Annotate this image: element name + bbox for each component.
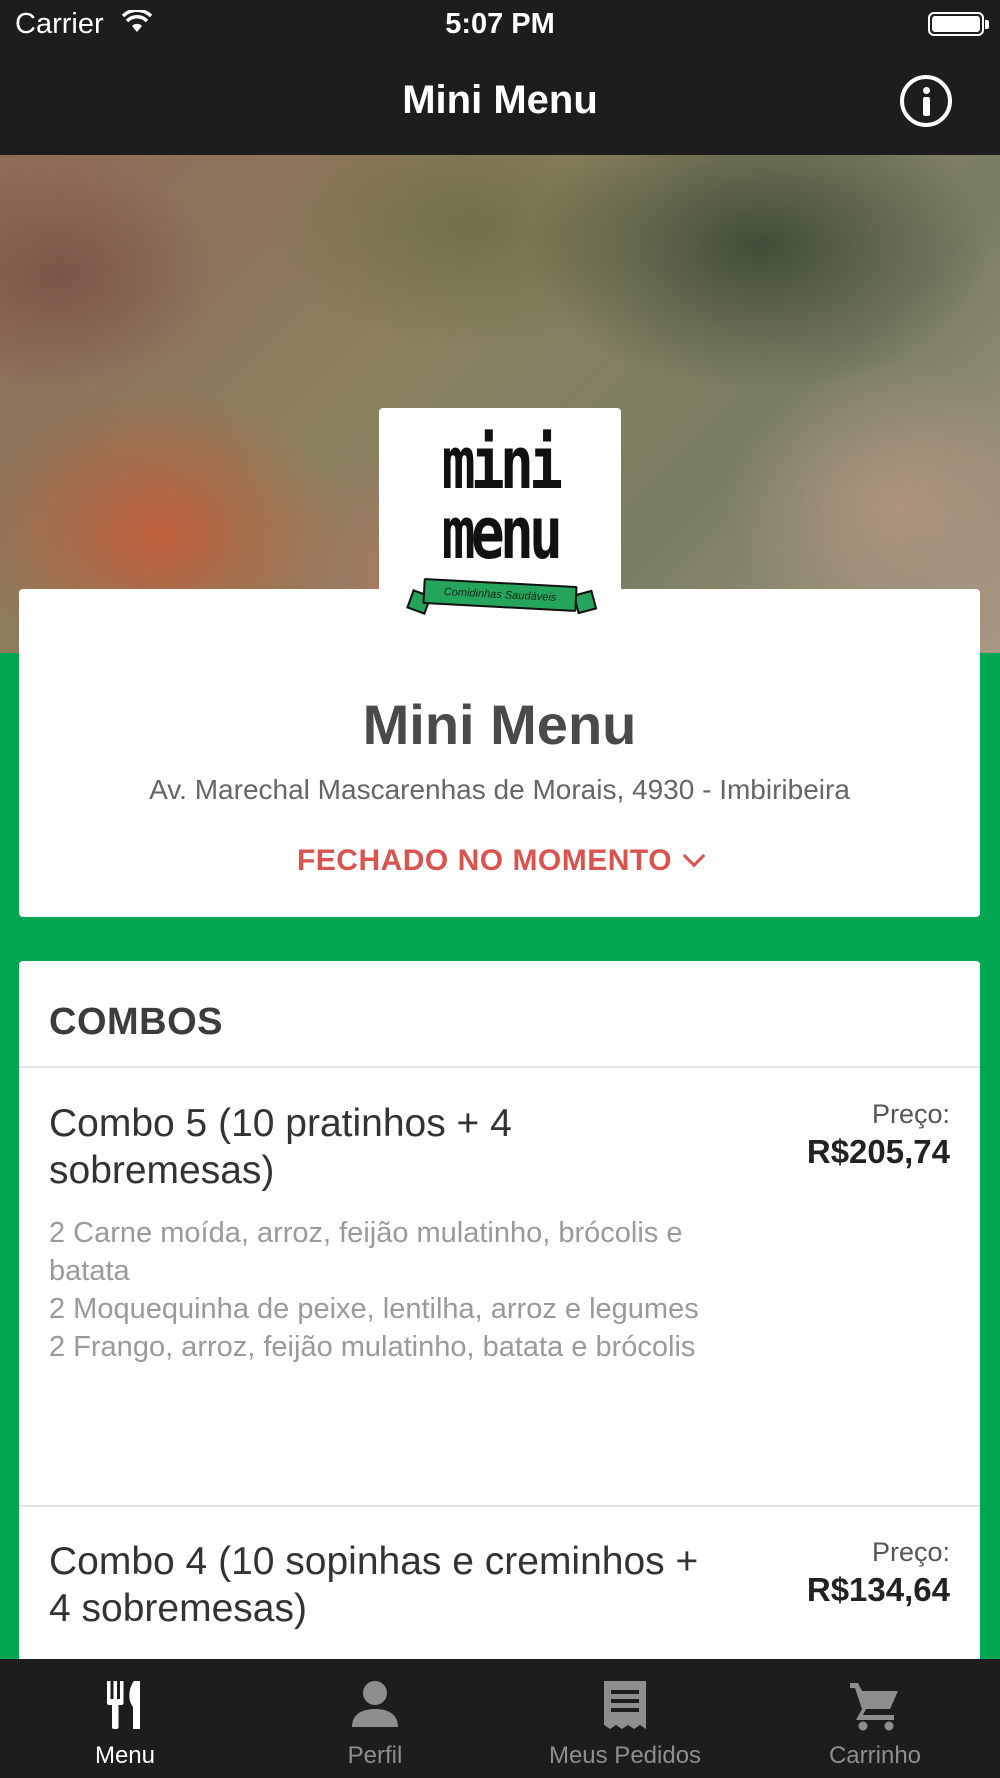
opening-status-toggle[interactable]: FECHADO NO MOMENTO: [19, 844, 980, 878]
opening-status-label: FECHADO NO MOMENTO: [296, 844, 673, 877]
cart-icon: [850, 1683, 898, 1731]
logo-ribbon: Comidinhas Saudáveis: [422, 577, 578, 613]
price-label: Preço:: [871, 1537, 950, 1567]
restaurant-address: Av. Marechal Mascarenhas de Morais, 4930…: [149, 774, 850, 805]
divider: [19, 1505, 980, 1507]
info-icon[interactable]: [900, 75, 952, 127]
tab-label: Meus Pedidos: [548, 1742, 702, 1769]
section-title: COMBOS: [49, 1001, 223, 1043]
item-name: Combo 5 (10 pratinhos + 4 sobremesas): [49, 1102, 512, 1192]
clock: 5:07 PM: [445, 8, 555, 40]
restaurant-logo: mini menu Comidinhas Saudáveis: [379, 408, 621, 650]
tab-carrinho[interactable]: Carrinho: [750, 1659, 1000, 1778]
tab-meus-pedidos[interactable]: Meus Pedidos: [500, 1659, 750, 1778]
item-description: 2 Carne moída, arroz, feijão mulatinho, …: [49, 1217, 699, 1363]
nav-bar: Mini Menu: [0, 50, 1000, 155]
tab-bar: Menu Perfil Meus Pedidos Carrinho: [0, 1659, 1000, 1778]
tab-menu[interactable]: Menu: [0, 1659, 250, 1778]
logo-wordmark: mini menu: [441, 421, 563, 575]
person-icon: [352, 1681, 398, 1727]
price-value: R$205,74: [806, 1133, 950, 1170]
tab-label: Carrinho: [828, 1742, 922, 1769]
page-title: Mini Menu: [402, 78, 598, 122]
tab-perfil[interactable]: Perfil: [250, 1659, 500, 1778]
receipt-icon: [604, 1681, 646, 1729]
tab-label: Menu: [94, 1742, 156, 1769]
divider: [19, 1066, 980, 1068]
restaurant-name: Mini Menu: [362, 693, 637, 756]
battery-icon: [928, 12, 989, 36]
fork-knife-icon: [107, 1681, 140, 1729]
menu-card: COMBOS Combo 5 (10 pratinhos + 4 sobreme…: [19, 961, 980, 1778]
status-bar: Carrier 5:07 PM: [0, 0, 1000, 50]
price-label: Preço:: [871, 1099, 950, 1129]
chevron-down-icon: [682, 844, 706, 868]
tab-label: Perfil: [347, 1742, 403, 1769]
price-value: R$134,64: [806, 1571, 950, 1608]
item-name: Combo 4 (10 sopinhas e creminhos + 4 sob…: [49, 1540, 699, 1630]
